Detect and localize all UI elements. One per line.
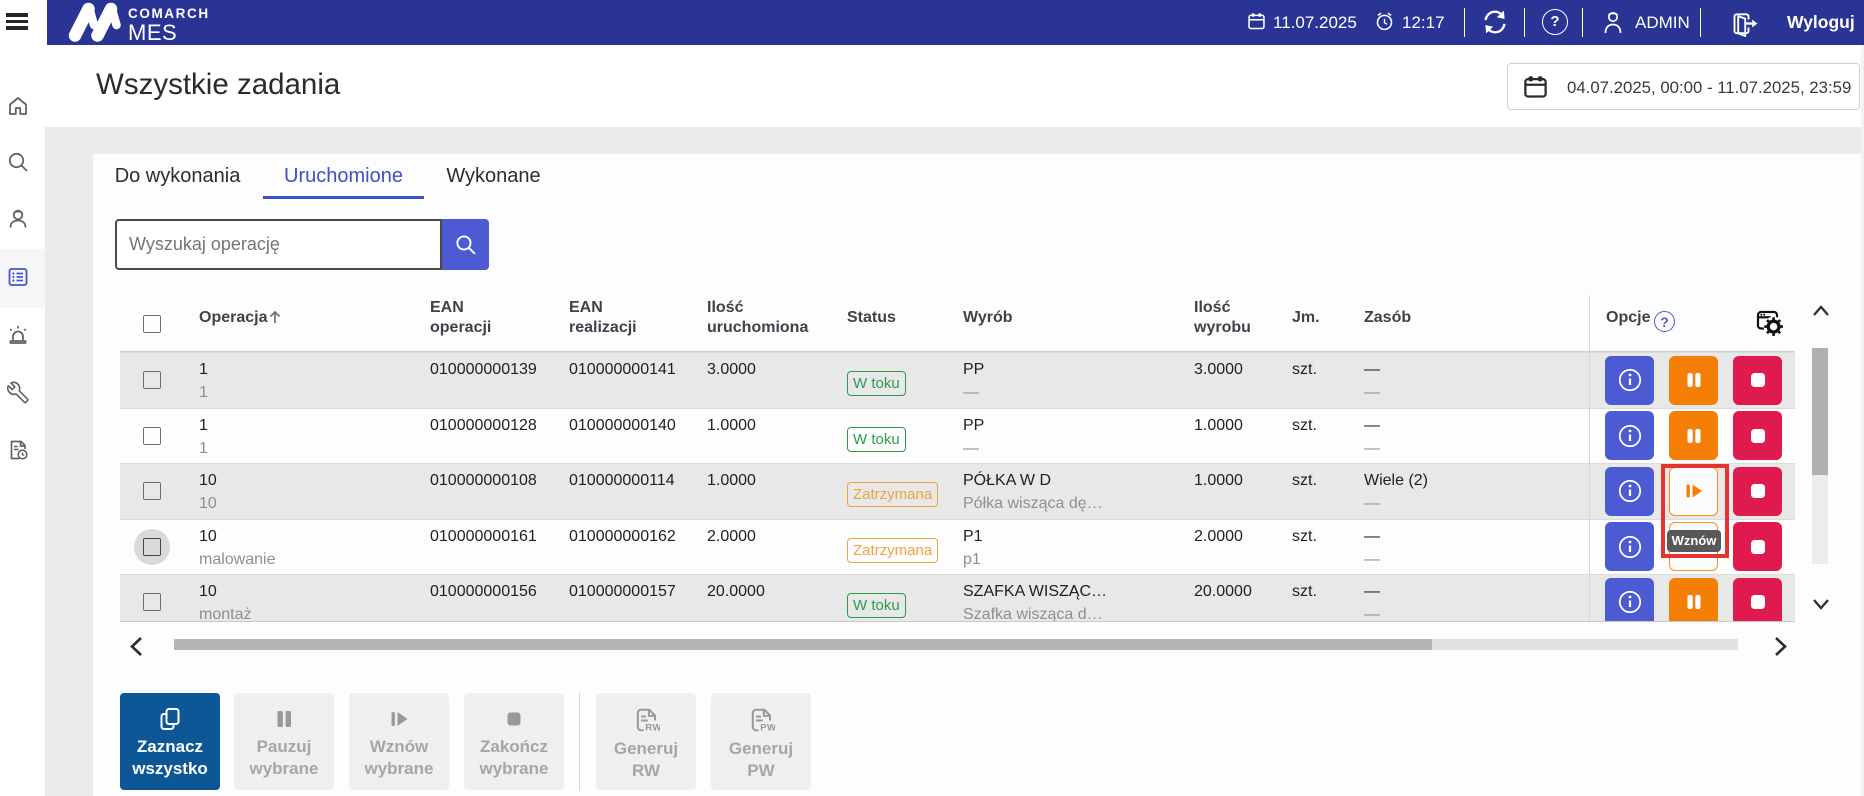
svg-text:PW: PW (760, 723, 775, 734)
svg-text:RW: RW (645, 723, 660, 734)
